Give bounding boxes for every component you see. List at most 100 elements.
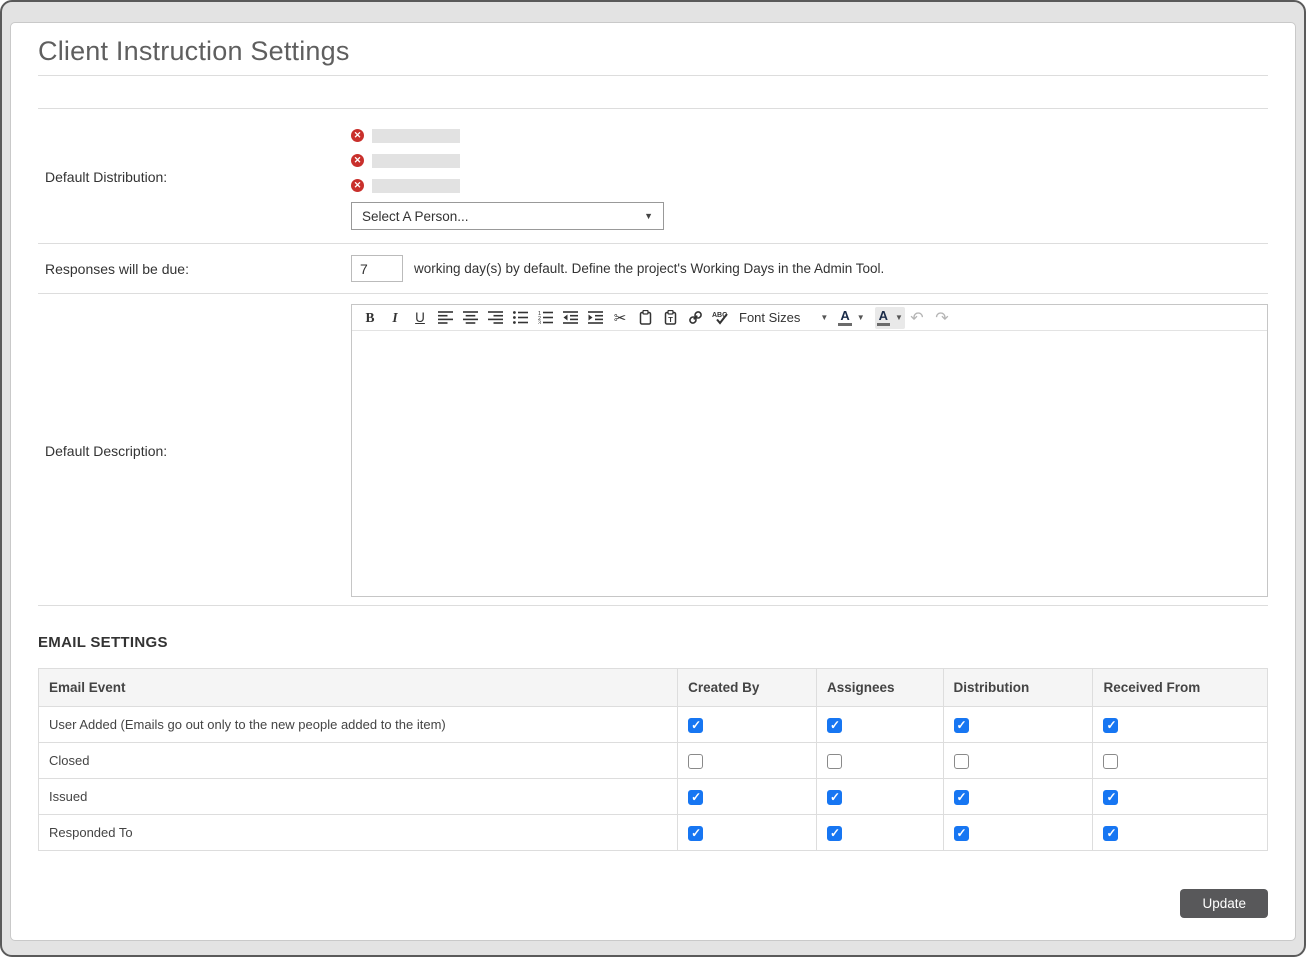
paste-icon [638,310,653,325]
page-title: Client Instruction Settings [38,33,1268,76]
align-left-button[interactable] [433,307,457,329]
indent-icon [588,311,603,324]
align-right-button[interactable] [483,307,507,329]
italic-button[interactable]: I [383,307,407,329]
person-select-value: Select A Person... [362,209,469,224]
column-header-created-by: Created By [678,669,817,707]
column-header-received-from: Received From [1093,669,1268,707]
undo-button[interactable]: ↶ [905,307,929,329]
footer-actions: Update [38,889,1268,918]
email-settings-heading: EMAIL SETTINGS [38,634,1268,651]
checkbox-closed-received-from[interactable] [1103,754,1118,769]
link-icon [688,310,703,325]
background-color-icon: A [877,309,890,326]
checkbox-user-added-distribution[interactable] [954,718,969,733]
checkbox-issued-received-from[interactable] [1103,790,1118,805]
checkbox-closed-assignees[interactable] [827,754,842,769]
align-right-icon [488,311,503,324]
email-settings-table: Email Event Created By Assignees Distrib… [38,668,1268,851]
member-name-redacted [372,179,460,193]
underline-button[interactable]: U [408,307,432,329]
settings-card: Client Instruction Settings Default Dist… [10,22,1296,941]
default-distribution-label: Default Distribution: [38,169,351,185]
remove-member-icon[interactable] [351,154,364,167]
app-window: Client Instruction Settings Default Dist… [0,0,1306,957]
column-header-assignees: Assignees [816,669,943,707]
align-center-button[interactable] [458,307,482,329]
person-select-dropdown[interactable]: Select A Person... ▼ [351,202,664,230]
checkbox-issued-created-by[interactable] [688,790,703,805]
checkbox-issued-assignees[interactable] [827,790,842,805]
spellcheck-icon: ABC [712,310,729,325]
checkbox-user-added-received-from[interactable] [1103,718,1118,733]
column-header-email-event: Email Event [39,669,678,707]
table-row-user-added: User Added (Emails go out only to the ne… [39,707,1268,743]
svg-text:T: T [668,315,673,324]
spellcheck-button[interactable]: ABC [708,307,732,329]
table-row-responded-to: Responded To [39,815,1268,851]
paste-as-text-button[interactable]: T [658,307,682,329]
chevron-down-icon: ▼ [857,313,865,322]
empty-row [38,76,1268,109]
event-label: Issued [39,779,678,815]
rich-text-editor: B I U [351,304,1268,597]
background-color-button[interactable]: A ▼ [875,307,905,329]
checkbox-responded-distribution[interactable] [954,826,969,841]
numbered-list-button[interactable]: 123 [533,307,557,329]
text-color-button[interactable]: A ▼ [836,307,866,329]
column-header-distribution: Distribution [943,669,1093,707]
bold-button[interactable]: B [358,307,382,329]
checkbox-closed-distribution[interactable] [954,754,969,769]
checkbox-responded-assignees[interactable] [827,826,842,841]
redo-button[interactable]: ↷ [930,307,954,329]
due-days-input[interactable] [351,255,403,282]
table-row-issued: Issued [39,779,1268,815]
default-description-row: Default Description: B I U [38,294,1268,606]
remove-member-icon[interactable] [351,129,364,142]
bullet-list-button[interactable] [508,307,532,329]
member-name-redacted [372,154,460,168]
due-days-help-text: working day(s) by default. Define the pr… [414,261,884,276]
bullet-list-icon [513,311,528,324]
editor-toolbar: B I U [352,305,1267,331]
checkbox-issued-distribution[interactable] [954,790,969,805]
chevron-down-icon: ▼ [644,211,653,221]
insert-link-button[interactable] [683,307,707,329]
distribution-member [351,148,1268,173]
svg-text:3: 3 [538,321,541,325]
default-description-label: Default Description: [38,443,351,459]
editor-content-area[interactable] [352,331,1267,596]
distribution-member [351,123,1268,148]
event-label: Closed [39,743,678,779]
checkbox-user-added-assignees[interactable] [827,718,842,733]
align-center-icon [463,311,478,324]
font-sizes-label: Font Sizes [739,310,800,325]
update-button[interactable]: Update [1180,889,1268,918]
paste-as-text-icon: T [663,310,678,325]
checkbox-closed-created-by[interactable] [688,754,703,769]
event-label: Responded To [39,815,678,851]
chevron-down-icon: ▼ [820,313,828,322]
responses-due-label: Responses will be due: [38,261,351,277]
outdent-icon [563,311,578,324]
paste-button[interactable] [633,307,657,329]
chevron-down-icon: ▼ [895,313,903,322]
member-name-redacted [372,129,460,143]
table-header-row: Email Event Created By Assignees Distrib… [39,669,1268,707]
numbered-list-icon: 123 [538,311,553,324]
indent-button[interactable] [583,307,607,329]
cut-button[interactable]: ✂ [608,307,632,329]
event-label: User Added (Emails go out only to the ne… [39,707,678,743]
checkbox-responded-received-from[interactable] [1103,826,1118,841]
table-row-closed: Closed [39,743,1268,779]
font-sizes-dropdown[interactable]: Font Sizes ▼ [739,310,828,325]
checkbox-user-added-created-by[interactable] [688,718,703,733]
default-distribution-row: Default Distribution: Select A Person...… [38,109,1268,244]
outdent-button[interactable] [558,307,582,329]
distribution-member [351,173,1268,198]
align-left-icon [438,311,453,324]
remove-member-icon[interactable] [351,179,364,192]
checkbox-responded-created-by[interactable] [688,826,703,841]
responses-due-row: Responses will be due: working day(s) by… [38,244,1268,294]
text-color-icon: A [838,309,851,326]
